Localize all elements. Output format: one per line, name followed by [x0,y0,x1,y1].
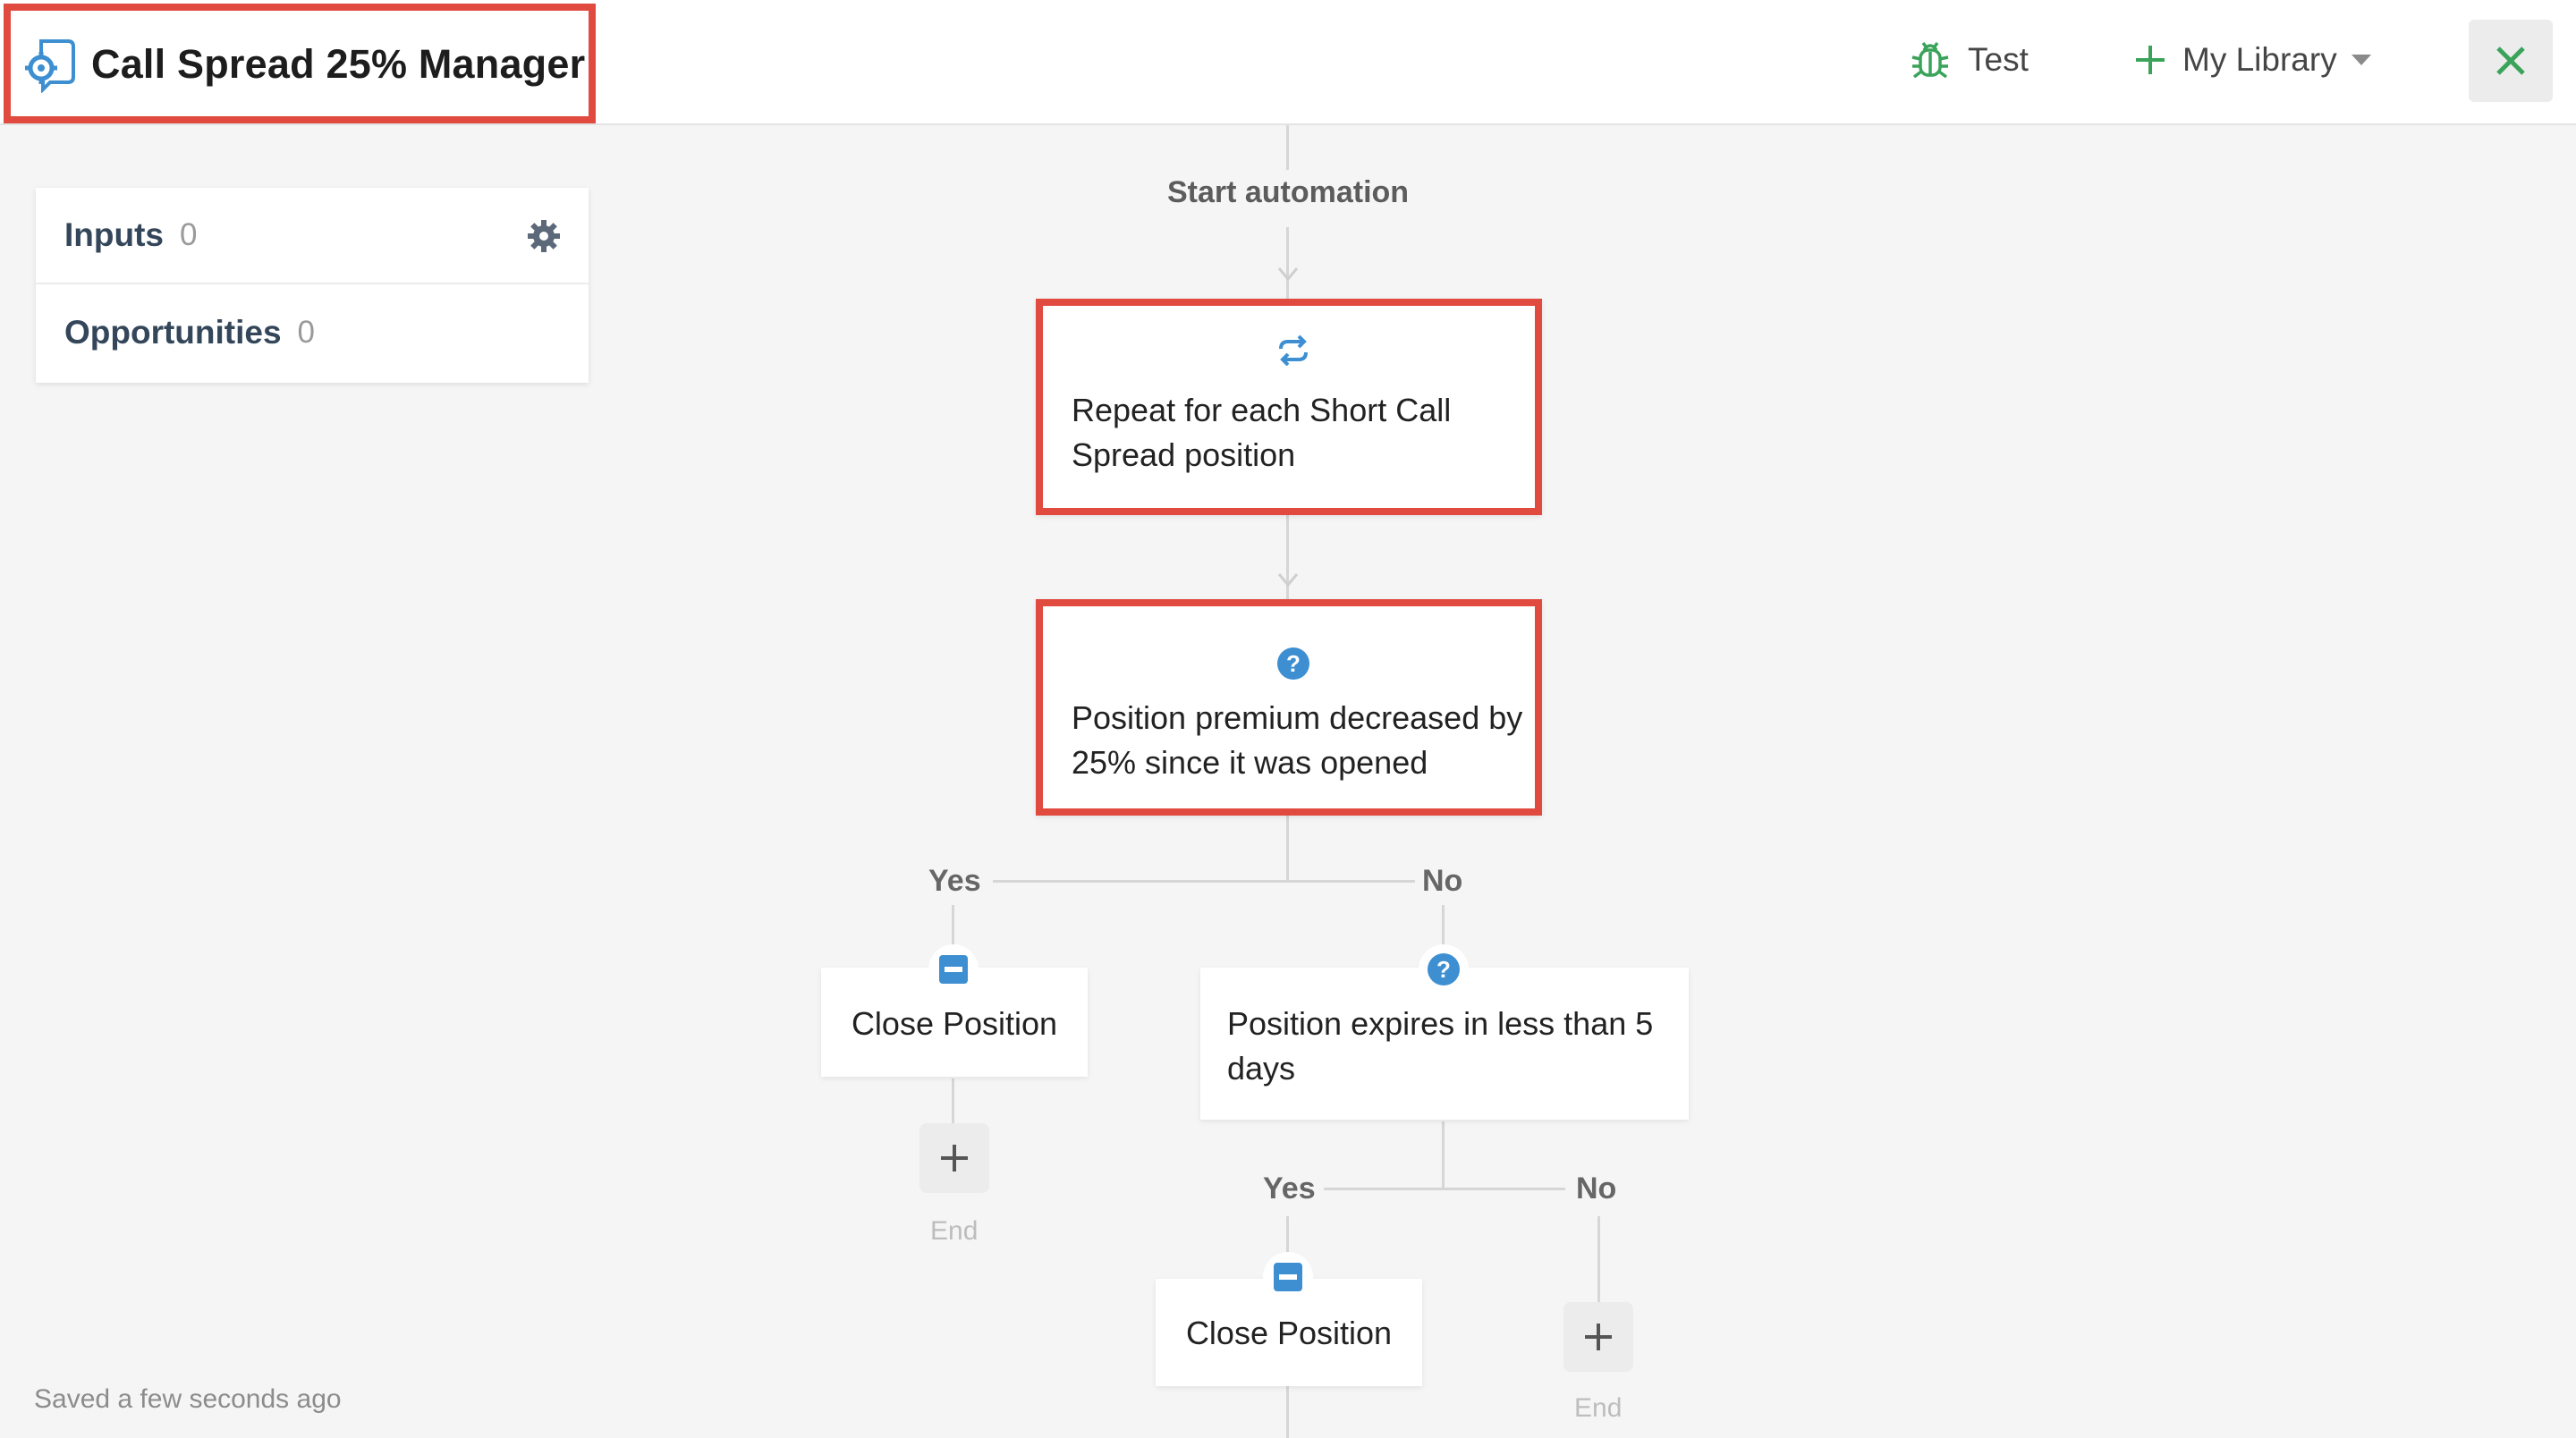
gear-icon[interactable] [526,218,562,254]
condition-node-premium-text: Position premium decreased by 25% since … [1072,699,1523,781]
my-library-label: My Library [2182,41,2337,78]
branch-no-label: No [1415,864,1470,899]
connector-line [1286,1386,1289,1438]
connector-line [1286,814,1289,880]
top-bar: Call Spread 25% Manager Test My Library [0,0,2576,125]
repeat-icon [1268,326,1318,376]
question-icon: ? [1268,639,1318,689]
automation-gear-icon [25,39,75,93]
close-position-text: Close Position [851,1005,1058,1042]
inputs-label: Inputs [64,216,164,253]
add-step-button[interactable] [919,1123,989,1193]
close-button[interactable] [2469,20,2553,102]
bug-icon [1911,41,1949,79]
end-label: End [1574,1393,1623,1423]
branch-no-label: No [1569,1172,1624,1206]
svg-text:?: ? [1286,650,1301,677]
connector-line [1324,1188,1565,1190]
inputs-count: 0 [179,217,198,252]
start-automation-label: Start automation [1109,175,1467,210]
connector-line [1286,125,1289,170]
arrow-down-icon [1277,573,1299,588]
plus-icon [941,1145,968,1172]
opportunities-count: 0 [297,315,316,350]
add-step-button[interactable] [1563,1302,1633,1372]
opportunities-label: Opportunities [64,314,282,351]
plus-icon [2136,46,2165,74]
connector-line [1597,1216,1600,1306]
close-icon [2496,47,2525,75]
chevron-down-icon [2351,55,2371,65]
connector-line [993,880,1440,883]
connector-line [1442,1121,1445,1189]
branch-yes-label: Yes [921,864,988,899]
branch-yes-label: Yes [1256,1172,1323,1206]
close-position-text: Close Position [1185,1315,1393,1351]
inputs-row[interactable]: Inputs 0 [36,188,589,284]
repeat-node[interactable]: Repeat for each Short Call Spread positi… [1036,299,1542,515]
side-panel: Inputs 0 Opportunities 0 [36,188,589,383]
question-icon: ? [1419,944,1469,994]
plus-icon [1585,1324,1612,1350]
automation-editor: Call Spread 25% Manager Test My Library … [0,0,2576,1438]
test-button[interactable]: Test [1911,32,2029,88]
repeat-node-text: Repeat for each Short Call Spread positi… [1072,392,1452,473]
condition-node-expiry-text: Position expires in less than 5 days [1227,1005,1654,1087]
connector-line [952,1078,954,1123]
svg-text:?: ? [1436,956,1451,983]
minus-icon [1263,1252,1313,1302]
my-library-dropdown[interactable]: My Library [2134,32,2371,88]
minus-icon [928,944,979,994]
end-label: End [930,1216,979,1246]
title-highlight: Call Spread 25% Manager [4,4,596,123]
arrow-down-icon [1277,267,1299,282]
page-title: Call Spread 25% Manager [91,41,586,87]
save-status: Saved a few seconds ago [34,1384,342,1414]
opportunities-row[interactable]: Opportunities 0 [36,284,589,381]
test-label: Test [1968,41,2029,78]
condition-node-premium[interactable]: ? Position premium decreased by 25% sinc… [1036,599,1542,816]
